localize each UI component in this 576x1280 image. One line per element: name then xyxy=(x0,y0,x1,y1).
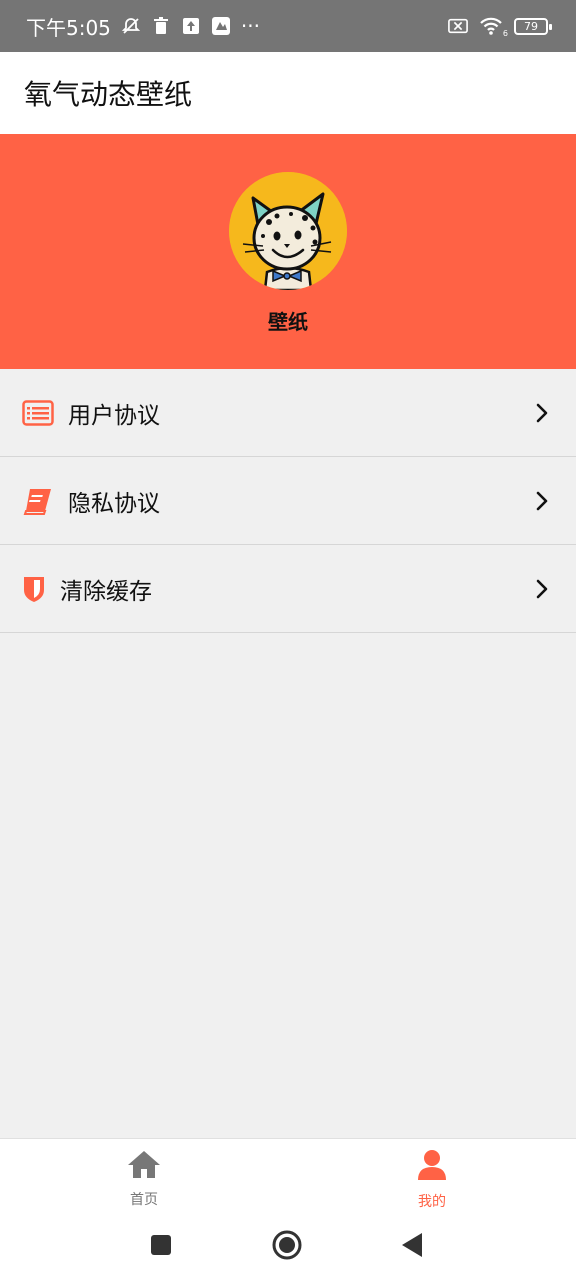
tab-mine[interactable]: 我的 xyxy=(288,1139,576,1220)
wifi-icon: 6 xyxy=(478,16,508,38)
app-header: 氧气动态壁纸 xyxy=(0,52,576,134)
book-icon xyxy=(22,485,54,517)
status-time: 下午5:05 xyxy=(26,15,111,40)
app-notification-icon xyxy=(211,16,231,36)
status-right: 6 79 xyxy=(448,16,552,38)
more-notifications-icon: ··· xyxy=(240,14,260,38)
cat-avatar-icon xyxy=(229,172,347,290)
menu-item-label: 隐私协议 xyxy=(68,490,160,517)
profile-name: 壁纸 xyxy=(268,310,308,334)
square-icon xyxy=(151,1235,171,1255)
menu-item-label: 用户协议 xyxy=(68,402,160,429)
home-button[interactable] xyxy=(272,1230,302,1260)
trash-icon xyxy=(151,16,171,36)
wifi-badge: 6 xyxy=(502,29,508,38)
muted-bell-icon xyxy=(121,16,141,36)
settings-menu: 用户协议 隐私协议 清除缓存 xyxy=(0,369,576,633)
profile-banner: 壁纸 xyxy=(0,134,576,369)
back-triangle-icon xyxy=(402,1233,422,1257)
home-icon xyxy=(126,1149,162,1183)
avatar[interactable] xyxy=(229,172,347,290)
page-title: 氧气动态壁纸 xyxy=(24,78,193,111)
chevron-right-icon xyxy=(530,489,554,513)
status-left: 下午5:05 ··· xyxy=(26,12,260,41)
recents-button[interactable] xyxy=(150,1234,172,1256)
chevron-right-icon xyxy=(530,401,554,425)
no-sim-icon xyxy=(448,16,468,36)
tab-mine-label: 我的 xyxy=(418,1194,446,1210)
menu-item-user-agreement[interactable]: 用户协议 xyxy=(0,369,576,457)
tab-home[interactable]: 首页 xyxy=(0,1139,288,1220)
back-button[interactable] xyxy=(400,1232,424,1258)
status-bar: 下午5:05 ··· 6 79 xyxy=(0,0,576,52)
bottom-nav: 首页 我的 xyxy=(0,1138,576,1220)
battery-indicator: 79 xyxy=(514,17,552,35)
person-icon xyxy=(417,1149,447,1185)
list-icon xyxy=(22,397,54,429)
menu-item-privacy-policy[interactable]: 隐私协议 xyxy=(0,457,576,545)
menu-item-clear-cache[interactable]: 清除缓存 xyxy=(0,545,576,633)
shield-icon xyxy=(22,573,46,605)
upload-icon xyxy=(181,16,201,36)
chevron-right-icon xyxy=(530,577,554,601)
menu-item-label: 清除缓存 xyxy=(60,578,152,605)
circle-icon xyxy=(272,1230,302,1260)
tab-home-label: 首页 xyxy=(130,1192,158,1208)
system-navigation-bar xyxy=(0,1220,576,1280)
